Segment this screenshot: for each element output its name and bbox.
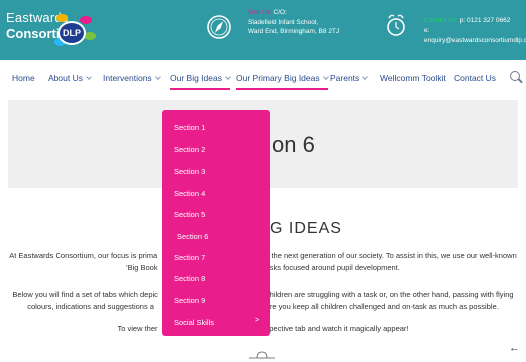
chevron-down-icon: [154, 74, 161, 80]
text-fragment: At Eastwards Consortium, our focus is pr…: [9, 251, 158, 260]
dropdown-item-section-4[interactable]: Section 4: [174, 189, 205, 198]
text-fragment: g the next generation of our society. To…: [265, 251, 517, 260]
dropdown-item-social-skills[interactable]: Social Skills: [174, 318, 214, 327]
text-fragment: asks focused around pupil development.: [265, 263, 400, 272]
dropdown-item-section-2[interactable]: Section 2: [174, 145, 205, 154]
nav-item-label: Our Big Ideas: [170, 73, 222, 83]
section-heading: G IDEAS: [270, 220, 342, 237]
visit-line1: C/O:: [273, 9, 287, 16]
site-logo[interactable]: Eastwards Consortium DLP: [6, 10, 106, 46]
chevron-down-icon: [86, 74, 92, 80]
nav-item-label: Home: [12, 73, 35, 83]
nav-item-label: Interventions: [103, 73, 152, 83]
search-icon[interactable]: [510, 71, 520, 81]
visit-label: Visit Us:: [248, 9, 272, 16]
visit-line2: Sladefield Infant School,: [248, 18, 319, 26]
big-ideas-dropdown-menu: Section 1 Section 2 Section 3 Section 4 …: [162, 110, 270, 336]
dropdown-item-section-5[interactable]: Section 5: [174, 210, 205, 219]
page-title: on 6: [272, 132, 315, 157]
nav-item-our-big-ideas[interactable]: Our Big Ideas: [170, 73, 231, 90]
text-fragment: 'Big Book: [126, 263, 158, 272]
back-to-top-arrow-icon[interactable]: ←: [509, 342, 520, 354]
logo-badge: DLP: [58, 21, 86, 45]
chevron-down-icon: [362, 74, 369, 80]
dropdown-item-section-8[interactable]: Section 8: [174, 274, 205, 283]
visit-line3: Ward End, Birmingham, B8 2TJ: [248, 28, 340, 35]
nav-item-interventions[interactable]: Interventions: [103, 73, 161, 83]
nav-item-label: Contact Us: [454, 73, 497, 83]
nav-item-our-primary-big-ideas[interactable]: Our Primary Big Ideas: [236, 73, 329, 90]
dropdown-item-section-6[interactable]: Section 6: [177, 232, 208, 241]
nav-item-label: Our Primary Big Ideas: [236, 73, 320, 83]
nav-item-label: About Us: [48, 73, 83, 83]
nav-item-wellcomm-toolkit[interactable]: Wellcomm Toolkit: [380, 73, 446, 83]
site-header: Eastwards Consortium DLP Visit Us: C/O: …: [0, 0, 526, 60]
contact-label: Contact Us:: [424, 17, 458, 24]
dropdown-item-section-3[interactable]: Section 3: [174, 167, 205, 176]
text-fragment: sure you keep all children challenged an…: [261, 302, 499, 311]
text-fragment: Below you will find a set of tabs which …: [12, 290, 158, 299]
logo-petal-icon: [80, 16, 92, 24]
contact-email[interactable]: e: enquiry@eastwardsconsortiumdlp.co.uk: [424, 26, 526, 46]
text-fragment: To view ther: [117, 324, 158, 333]
nav-item-label: Parents: [330, 73, 360, 83]
compass-icon: [207, 15, 231, 39]
nav-item-about-us[interactable]: About Us: [48, 73, 92, 83]
ornament-divider-icon: [249, 351, 275, 359]
nav-item-contact-us[interactable]: Contact Us: [454, 73, 496, 83]
nav-item-label: Wellcomm Toolkit: [380, 73, 446, 83]
text-fragment: children are struggling with a task or, …: [265, 290, 514, 299]
dropdown-item-section-9[interactable]: Section 9: [174, 296, 205, 305]
nav-item-home[interactable]: Home: [12, 73, 35, 83]
text-fragment: colours, indications and suggestions a: [27, 302, 154, 311]
chevron-down-icon: [225, 74, 231, 80]
text-fragment: spective tab and watch it magically appe…: [265, 324, 409, 333]
alarm-clock-icon: [387, 14, 405, 36]
chevron-down-icon: [322, 74, 329, 80]
dropdown-item-section-1[interactable]: Section 1: [174, 123, 205, 132]
dropdown-item-section-7[interactable]: Section 7: [174, 253, 205, 262]
contact-phone[interactable]: p: 0121 327 0662: [460, 17, 511, 24]
nav-item-parents[interactable]: Parents: [330, 73, 369, 83]
visit-us-block: Visit Us: C/O: Sladefield Infant School,…: [248, 8, 363, 37]
main-nav: Home About Us Interventions Our Big Idea…: [0, 60, 526, 98]
contact-us-block: Contact Us: p: 0121 327 0662 e: enquiry@…: [424, 16, 526, 46]
chevron-right-icon: >: [255, 317, 260, 324]
